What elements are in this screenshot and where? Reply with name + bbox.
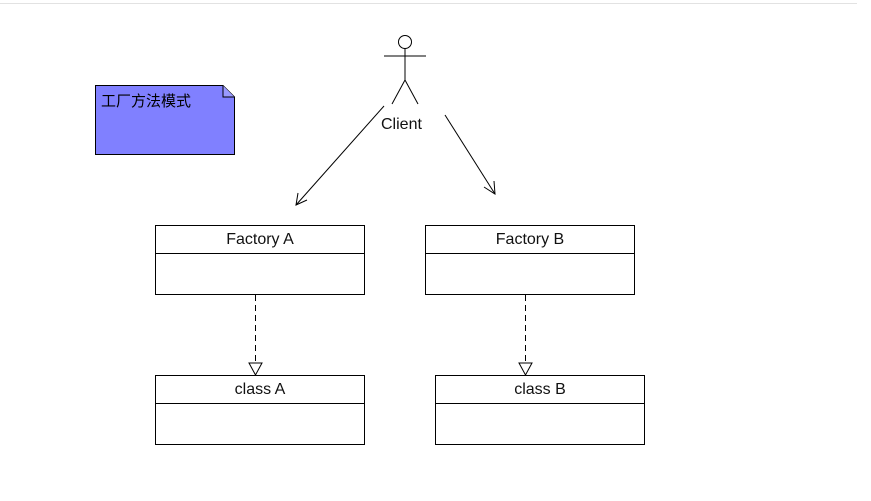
class-name: Factory A <box>156 226 364 254</box>
diagram-canvas: 工厂方法模式 Client Factory A Factory B class … <box>0 0 871 501</box>
class-name: Factory B <box>426 226 634 254</box>
client-actor-icon <box>384 35 426 105</box>
class-box-class-a[interactable]: class A <box>155 375 365 445</box>
note-text: 工厂方法模式 <box>101 92 192 110</box>
realization-factory-b-class-b <box>518 295 533 377</box>
class-box-factory-a[interactable]: Factory A <box>155 225 365 295</box>
class-box-factory-b[interactable]: Factory B <box>425 225 635 295</box>
realization-factory-a-class-a <box>248 295 263 377</box>
association-client-factory-a <box>295 105 385 206</box>
class-name: class A <box>156 376 364 404</box>
class-box-class-b[interactable]: class B <box>435 375 645 445</box>
class-name: class B <box>436 376 644 404</box>
client-label: Client <box>381 116 422 133</box>
association-client-factory-b <box>444 114 496 195</box>
